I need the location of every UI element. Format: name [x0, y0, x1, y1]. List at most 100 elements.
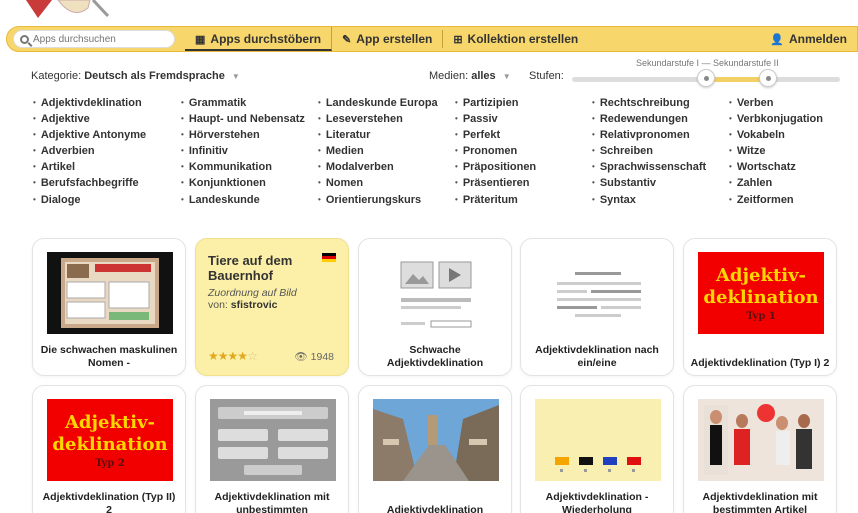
logo[interactable] [18, 0, 118, 26]
grid-icon: ▦ [195, 33, 206, 46]
app-card[interactable]: Adjektiv- deklination Typ 1 Adjektivdekl… [683, 238, 837, 376]
app-card-title: Adjektivdeklination (Typ I) 2 [690, 356, 830, 369]
app-card-title: Adjektivdeklination - Wiederholung [545, 491, 649, 513]
media-filter[interactable]: Medien: alles ▼ [429, 70, 511, 82]
star-icon: ★ [237, 349, 248, 363]
category-label: Kategorie: [31, 70, 82, 82]
category-link[interactable]: Artikel [33, 159, 181, 175]
category-link[interactable]: Präteritum [455, 192, 592, 208]
app-thumbnail [47, 252, 173, 334]
category-link[interactable]: Witze [729, 143, 839, 159]
app-type: Zuordnung auf Bild [208, 287, 297, 299]
category-link[interactable]: Sprachwissenschaft [592, 159, 729, 175]
category-link[interactable]: Landeskunde [181, 192, 318, 208]
app-card[interactable]: Adjektivdeklination nach ein/eine [520, 238, 674, 376]
category-column: Grammatik Haupt- und Nebensatz Hörverste… [181, 95, 318, 208]
level-slider-min-handle[interactable] [697, 69, 715, 87]
category-link[interactable]: Modalverben [318, 159, 455, 175]
app-card[interactable]: Adjektivdeklination mit unbestimmten [195, 385, 349, 513]
star-icon: ★ [208, 349, 219, 363]
category-column: Partizipien Passiv Perfekt Pronomen Präp… [455, 95, 592, 208]
category-link[interactable]: Orientierungskurs [318, 192, 455, 208]
app-card[interactable]: Schwache Adjektivdeklination [358, 238, 512, 376]
category-link[interactable]: Kommunikation [181, 159, 318, 175]
search-box[interactable] [13, 30, 175, 48]
category-link[interactable]: Landeskunde Europa [318, 95, 455, 111]
nav-create-collection[interactable]: ⊞ Kollektion erstellen [443, 30, 588, 48]
app-author: von: sfistrovic [208, 299, 277, 311]
level-slider-max-handle[interactable] [759, 69, 777, 87]
category-link[interactable]: Wortschatz [729, 159, 839, 175]
category-link[interactable]: Schreiben [592, 143, 729, 159]
app-card[interactable]: Adjektivdeklination - Wiederholung [520, 385, 674, 513]
nav-create-collection-label: Kollektion erstellen [467, 32, 579, 46]
category-filter[interactable]: Kategorie: Deutsch als Fremdsprache ▼ [31, 70, 240, 82]
category-link[interactable]: Pronomen [455, 143, 592, 159]
category-link[interactable]: Relativpronomen [592, 127, 729, 143]
category-link[interactable]: Infinitiv [181, 143, 318, 159]
category-link[interactable]: Vokabeln [729, 127, 839, 143]
category-link[interactable]: Syntax [592, 192, 729, 208]
category-link[interactable]: Rechtschreibung [592, 95, 729, 111]
app-card[interactable]: Adjektivdeklination [358, 385, 512, 513]
nav-create-app[interactable]: ✎ App erstellen [332, 30, 444, 48]
author-name: sfistrovic [230, 299, 278, 311]
category-link[interactable]: Substantiv [592, 175, 729, 191]
category-link[interactable]: Adverbien [33, 143, 181, 159]
app-card[interactable]: Adjektivdeklination mit bestimmten Artik… [683, 385, 837, 513]
category-column: Landeskunde Europa Leseverstehen Literat… [318, 95, 455, 208]
thumb-text-line1: Adjektiv- [715, 264, 807, 286]
category-link[interactable]: Zahlen [729, 175, 839, 191]
category-link[interactable]: Leseverstehen [318, 111, 455, 127]
app-card[interactable]: Die schwachen maskulinen Nomen - [32, 238, 186, 376]
category-link[interactable]: Berufsfachbegriffe [33, 175, 181, 191]
thumb-text-type: Typ 1 [746, 310, 776, 322]
app-card-highlighted[interactable]: Tiere auf dem Bauernhof Zuordnung auf Bi… [195, 238, 349, 376]
app-thumbnail: Adjektiv- deklination Typ 2 [47, 399, 173, 481]
nav-browse-apps[interactable]: ▦ Apps durchstöbern [185, 27, 333, 51]
category-link[interactable]: Partizipien [455, 95, 592, 111]
thumb-text-line2: deklination [703, 286, 819, 308]
author-label: von: [208, 299, 228, 311]
german-flag-icon [322, 253, 336, 262]
app-card-title: Adjektivdeklination [386, 503, 484, 513]
category-link[interactable]: Präpositionen [455, 159, 592, 175]
media-value: alles [471, 70, 496, 82]
star-rating: ★★★★☆ [208, 349, 258, 363]
category-link[interactable]: Präsentieren [455, 175, 592, 191]
category-link[interactable]: Zeitformen [729, 192, 839, 208]
eye-icon: 👁 [294, 351, 308, 363]
star-icon: ★ [217, 349, 229, 363]
search-input[interactable] [33, 33, 163, 45]
app-card[interactable]: Adjektiv- deklination Typ 2 Adjektivdekl… [32, 385, 186, 513]
app-thumbnail [373, 252, 499, 334]
app-thumbnail: Adjektiv- deklination Typ 1 [698, 252, 824, 334]
category-link[interactable]: Adjektivdeklination [33, 95, 181, 111]
levels-label: Stufen: [529, 70, 564, 82]
chevron-down-icon: ▼ [502, 72, 511, 81]
category-link[interactable]: Perfekt [455, 127, 592, 143]
top-navbar: ▦ Apps durchstöbern ✎ App erstellen ⊞ Ko… [6, 26, 858, 52]
category-value: Deutsch als Fremdsprache [84, 70, 225, 82]
category-link[interactable]: Verbkonjugation [729, 111, 839, 127]
category-link[interactable]: Verben [729, 95, 839, 111]
category-link[interactable]: Nomen [318, 175, 455, 191]
category-link[interactable]: Passiv [455, 111, 592, 127]
category-link[interactable]: Haupt- und Nebensatz [181, 111, 318, 127]
category-link[interactable]: Literatur [318, 127, 455, 143]
media-label: Medien: [429, 70, 469, 82]
thumb-text-type: Typ 2 [95, 457, 125, 469]
app-thumbnail [535, 252, 661, 334]
category-link[interactable]: Adjektive Antonyme [33, 127, 181, 143]
category-link[interactable]: Redewendungen [592, 111, 729, 127]
category-link[interactable]: Grammatik [181, 95, 318, 111]
star-icon: ★ [227, 349, 239, 363]
category-link[interactable]: Hörverstehen [181, 127, 318, 143]
category-link[interactable]: Dialoge [33, 192, 181, 208]
category-link[interactable]: Medien [318, 143, 455, 159]
category-link[interactable]: Konjunktionen [181, 175, 318, 191]
thumb-text-line1: Adjektiv- [64, 411, 156, 433]
app-thumbnail [210, 399, 336, 481]
login-button[interactable]: 👤 Anmelden [770, 32, 847, 46]
category-link[interactable]: Adjektive [33, 111, 181, 127]
